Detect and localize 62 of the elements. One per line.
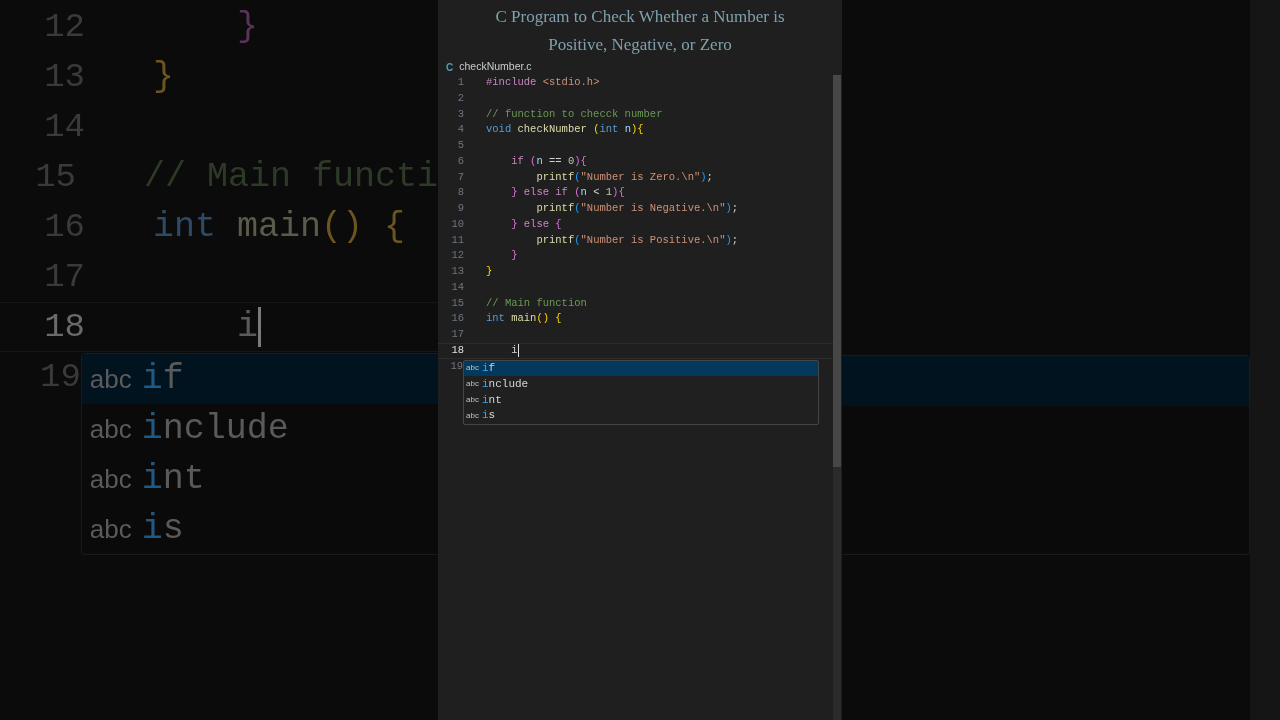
code-line: } else { (510, 216, 562, 232)
line-number: 8 (456, 185, 464, 201)
line-number: 11 (450, 232, 464, 248)
code-line: } (510, 248, 518, 264)
code-line: } else if (n < 1){ (510, 185, 625, 201)
code-line: // Main function (486, 295, 587, 311)
scrollbar[interactable] (833, 75, 841, 720)
line-number: 12 (450, 248, 464, 264)
code-line: #include <stdio.h> (486, 75, 600, 90)
line-number: 13 (450, 264, 464, 279)
video-title: C Program to Check Whether a Number is Positive, Negative, or Zero (494, 6, 786, 56)
code-line: i (510, 342, 518, 358)
code-line: int main() { (486, 311, 562, 327)
line-number: 18 (43, 306, 85, 348)
line-number: 16 (450, 311, 464, 327)
line-number: 3 (456, 106, 464, 122)
c-file-icon: C (446, 59, 454, 75)
code-line: } (236, 5, 259, 49)
code-line: } (486, 264, 493, 279)
line-number: 7 (456, 169, 464, 185)
code-line: int main() { (153, 205, 406, 249)
file-tab[interactable]: checkNumber.c (459, 59, 532, 75)
line-number: 19 (450, 358, 463, 374)
line-number: 14 (450, 279, 464, 295)
word-tag: abc (89, 409, 142, 449)
suggestion-label: if (141, 357, 184, 401)
code-line: printf("Number is Positive.\n"); (535, 232, 739, 248)
suggestion-label: is (482, 408, 496, 424)
line-number: 6 (456, 153, 464, 169)
line-number: 2 (456, 90, 464, 106)
line-number: 4 (456, 122, 464, 138)
code-line: if (n == 0){ (510, 153, 587, 169)
word-tag: abc (466, 393, 482, 406)
suggestion-label: include (141, 407, 289, 451)
suggestion-item[interactable]: abc if (464, 360, 818, 377)
code-line: printf("Number is Zero.\n"); (535, 169, 713, 185)
line-number: 5 (456, 138, 464, 153)
suggestion-label: include (482, 376, 529, 392)
code-line: // function to checck number (486, 106, 663, 122)
line-number: 15 (450, 295, 464, 311)
word-tag: abc (89, 359, 142, 399)
suggestion-label: is (141, 507, 184, 551)
code-line: printf("Number is Negative.\n"); (535, 201, 739, 216)
code-line: void checkNumber (int n){ (486, 122, 644, 138)
suggestion-label: if (482, 361, 496, 377)
word-tag: abc (466, 378, 482, 391)
suggestion-item[interactable]: abc int (464, 392, 818, 408)
suggestion-item[interactable]: abc is (464, 407, 818, 424)
suggestion-item[interactable]: abc include (464, 376, 818, 392)
line-number: 9 (456, 201, 464, 216)
line-number: 17 (450, 327, 464, 342)
suggestion-label: int (482, 392, 502, 408)
line-number: 10 (450, 216, 464, 232)
word-tag: abc (466, 409, 482, 422)
code-line: i (236, 305, 259, 349)
word-tag: abc (89, 509, 142, 549)
word-tag: abc (466, 362, 482, 375)
word-tag: abc (89, 459, 142, 499)
suggestion-label: int (141, 457, 205, 501)
code-line: } (153, 55, 174, 99)
line-number: 1 (456, 75, 464, 90)
line-number: 18 (450, 342, 464, 358)
